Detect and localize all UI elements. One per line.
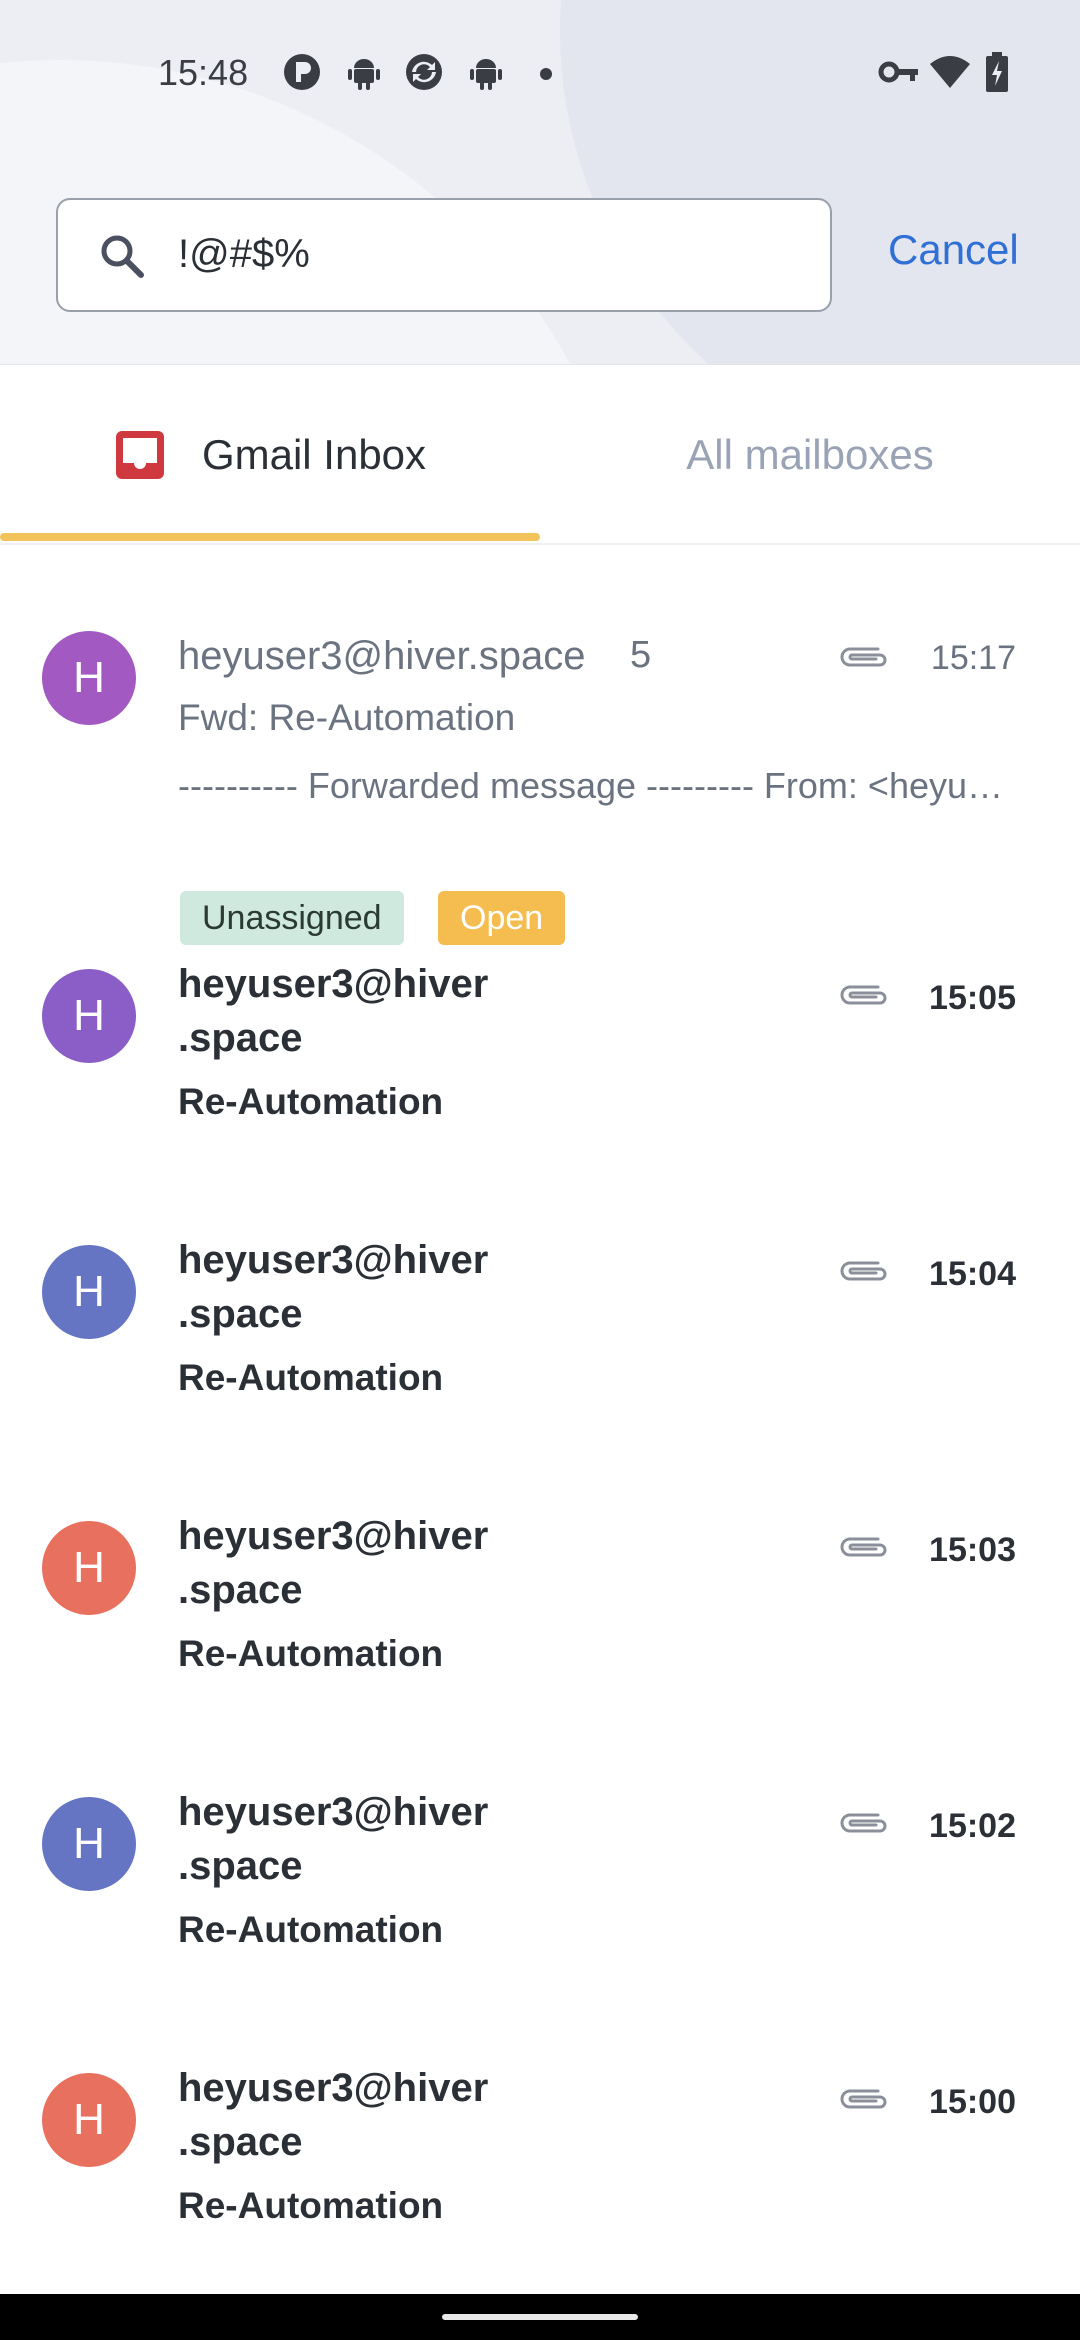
email-row[interactable]: H heyuser3@hiver .space 15:00 Re-Automat… [0,2037,1080,2297]
attachment-icon [840,647,887,667]
tab-gmail-inbox[interactable]: Gmail Inbox [0,365,540,545]
email-row[interactable]: H heyuser3@hiver.space 5 15:17 Fwd: Re-A… [0,593,1080,945]
preview: ---------- Forwarded message --------- F… [178,765,1018,806]
sender-line2: .space [178,1292,303,1336]
navigation-bar [0,2294,1080,2340]
android-icon [470,59,502,90]
avatar: H [42,1797,136,1891]
avatar: H [42,2073,136,2167]
tab-gmail-inbox-label: Gmail Inbox [201,431,427,478]
email-time: 15:00 [929,2083,1016,2121]
subject: Re-Automation [178,1357,444,1398]
subject: Re-Automation [178,1909,444,1950]
search-input[interactable]: !@#$% [56,198,832,312]
attachment-icon [840,2089,887,2109]
sender-line1: heyuser3@hiver [178,1790,489,1834]
email-time: 15:02 [929,1807,1016,1845]
sender-line1: heyuser3@hiver [178,2066,489,2110]
thread-count: 5 [630,634,652,676]
search-header: 15:48 !@#$% Cancel [0,0,1080,365]
sender-line2: .space [178,1016,303,1060]
email-row[interactable]: H heyuser3@hiver .space 15:02 Re-Automat… [0,1761,1080,2021]
home-gesture-handle[interactable] [442,2314,638,2320]
avatar: H [42,1245,136,1339]
vpn-key-icon [878,61,918,83]
attachment-icon [840,985,887,1005]
email-row[interactable]: H heyuser3@hiver .space 15:03 Re-Automat… [0,1485,1080,1745]
email-time: 15:03 [929,1531,1016,1569]
mailbox-tabs: Gmail Inbox All mailboxes [0,365,1080,545]
tab-all-mailboxes-label: All mailboxes [686,431,934,478]
avatar: H [42,1521,136,1615]
avatar: H [42,969,136,1063]
sender-line2: .space [178,1568,303,1612]
active-tab-indicator [0,533,540,541]
wifi-icon [930,56,970,88]
inbox-icon [115,431,164,479]
cancel-button[interactable]: Cancel [888,226,1019,274]
subject: Re-Automation [178,1081,444,1122]
attachment-icon [840,1813,887,1833]
subject: Re-Automation [178,1633,444,1674]
attachment-icon [840,1537,887,1557]
sender-line2: .space [178,1844,303,1888]
email-time: 15:05 [929,979,1016,1017]
sender-line1: heyuser3@hiver [178,962,489,1006]
sender-line2: .space [178,2120,303,2164]
search-query[interactable]: !@#$% [178,232,310,277]
sender-line1: heyuser3@hiver [178,1238,489,1282]
sender-line1: heyuser3@hiver [178,1514,489,1558]
sync-icon [406,54,442,90]
subject: Re-Automation [178,2185,444,2226]
search-icon [101,235,144,278]
email-row[interactable]: H heyuser3@hiver .space 15:04 Re-Automat… [0,1209,1080,1469]
subject: Fwd: Re-Automation [178,697,516,738]
email-time: 15:04 [929,1255,1016,1293]
email-row[interactable]: H heyuser3@hiver .space 15:05 Re-Automat… [0,933,1080,1193]
status-time: 15:48 [158,52,249,93]
android-icon [348,59,380,90]
app-p-icon [284,54,320,90]
notification-dot-icon [540,68,552,80]
status-bar: 15:48 [0,0,1080,150]
battery-charging-icon [986,52,1008,92]
attachment-icon [840,1261,887,1281]
email-time: 15:17 [930,639,1016,677]
tab-all-mailboxes[interactable]: All mailboxes [540,365,1080,545]
avatar: H [42,631,136,725]
sender: heyuser3@hiver.space [178,634,586,678]
